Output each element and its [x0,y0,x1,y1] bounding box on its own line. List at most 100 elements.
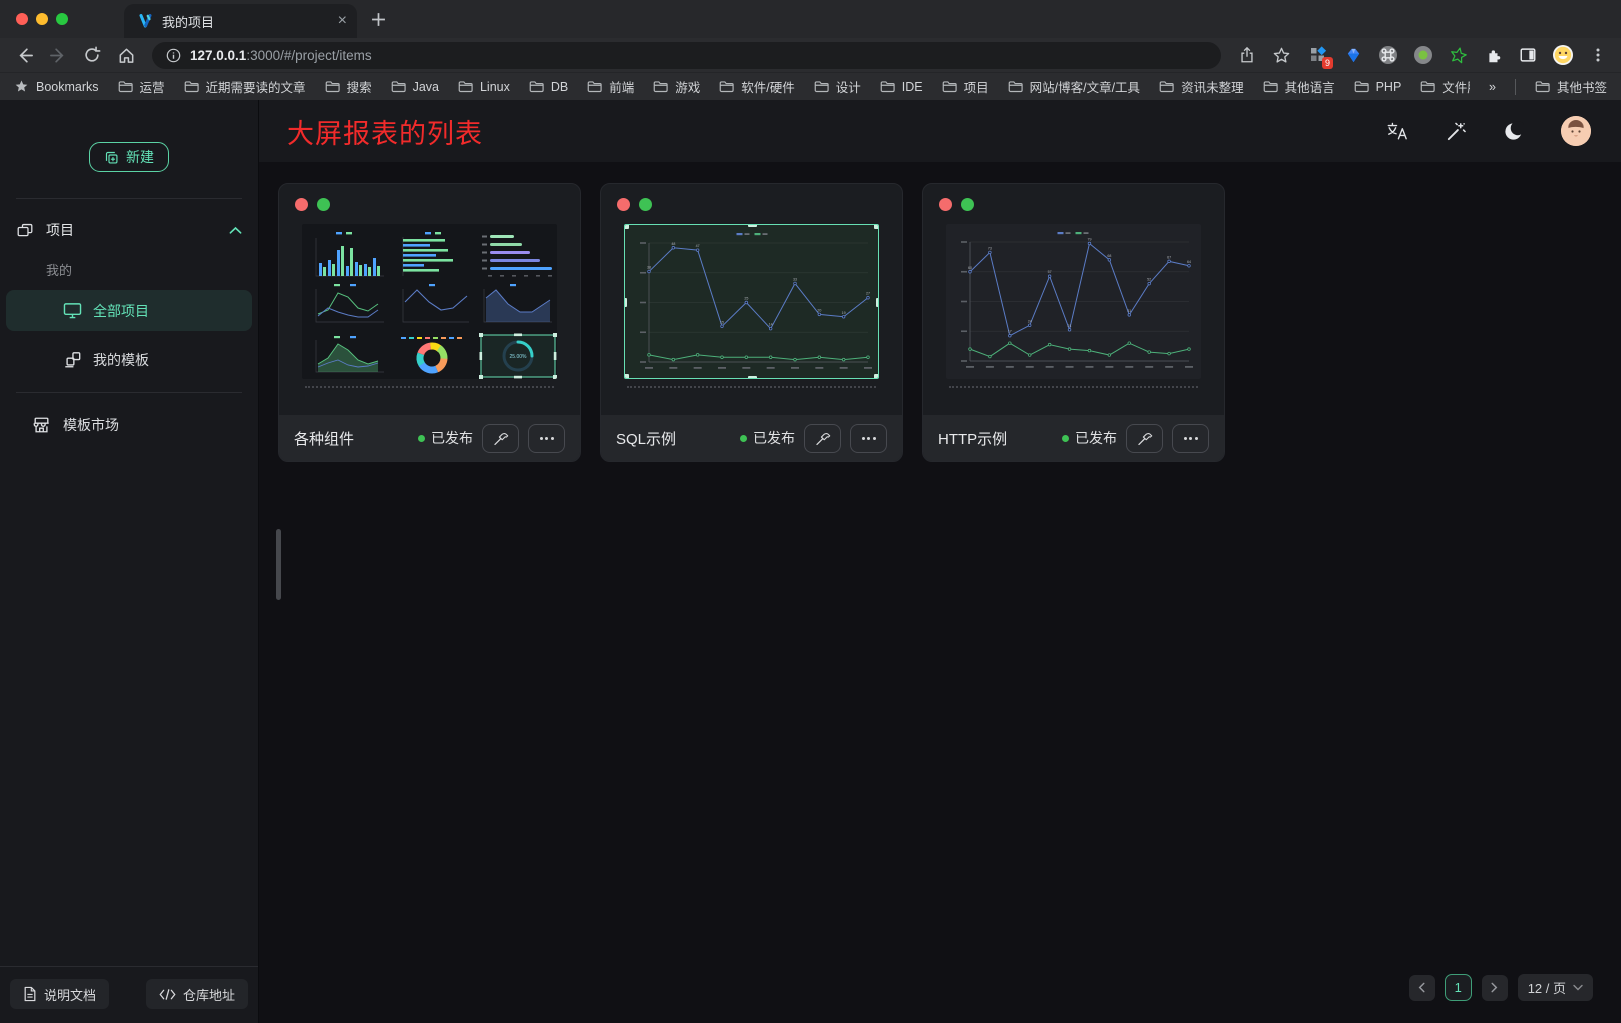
green-dot [961,198,974,211]
bookmark-folder[interactable]: 游戏 [653,77,700,96]
tab-close-icon[interactable]: × [338,13,347,29]
back-button[interactable] [12,43,36,67]
repo-button[interactable]: 仓库地址 [146,979,248,1009]
prev-page-button[interactable] [1409,975,1435,1001]
extension-record-icon[interactable] [1412,44,1434,66]
bookmark-folder-label: Java [413,80,439,94]
gauge-value: 25.00% [510,354,528,360]
magic-wand-icon[interactable] [1445,121,1466,142]
bookmark-folder[interactable]: 资讯未整理 [1159,77,1244,96]
project-card[interactable]: 25.00% 各种组件 已发布 [278,183,581,462]
extension-star-icon[interactable] [1447,44,1469,66]
close-window-button[interactable] [16,13,28,25]
sidebar: 新建 项目 我的 全部项目 [0,100,259,1023]
bookmark-folder-label: DB [551,80,568,94]
project-card[interactable]: 607317245721796831526764 HTTP示例 已发布 [922,183,1225,462]
bookmark-folder[interactable]: Java [391,80,439,94]
profile-avatar[interactable] [1552,44,1574,66]
sidebar-item-my-templates[interactable]: 我的模板 [6,339,252,380]
share-icon[interactable] [1235,43,1259,67]
card-window-dots [279,184,580,211]
bookmark-folder[interactable]: 软件/硬件 [719,77,794,96]
scrollbar-thumb[interactable] [276,529,281,600]
new-tab-button[interactable] [371,12,386,27]
sidebar-item-template-market[interactable]: 模板市场 [0,403,258,447]
bookmark-folder[interactable]: Linux [458,80,510,94]
page-info-icon[interactable] [166,48,181,63]
browser-menu-icon[interactable] [1587,44,1609,66]
bookmark-folder-label: 软件/硬件 [741,77,794,96]
svg-text:27: 27 [866,292,870,296]
user-avatar[interactable] [1561,116,1591,146]
extensions-puzzle-icon[interactable] [1482,44,1504,66]
status-dot [418,435,425,442]
bookmarks-overflow-chevron[interactable]: » [1489,80,1496,94]
page-size-value: 12 / 页 [1528,978,1566,997]
page-size-select[interactable]: 12 / 页 [1518,974,1593,1001]
extension-gem-icon[interactable] [1342,44,1364,66]
docs-button[interactable]: 说明文档 [10,979,109,1009]
bookmark-folder-label: 设计 [836,77,861,96]
folder-icon [325,80,340,93]
bookmark-folder[interactable]: 其他语言 [1263,77,1335,96]
dark-mode-moon-icon[interactable] [1503,121,1524,142]
bookmark-folder[interactable]: DB [529,80,568,94]
forward-button[interactable] [46,43,70,67]
url-text: 127.0.0.1:3000/#/project/items [190,48,372,63]
bookmark-folder[interactable]: PHP [1354,80,1402,94]
selection-handle [624,224,629,229]
chevron-down-icon [1573,984,1583,991]
edit-project-button[interactable] [482,424,519,453]
page-number-button[interactable]: 1 [1445,974,1472,1001]
chevron-up-icon[interactable] [229,226,242,235]
browser-tab[interactable]: 我的项目 × [124,4,357,38]
maximize-window-button[interactable] [56,13,68,25]
folder-icon [587,80,602,93]
more-actions-button[interactable] [528,424,565,453]
dotted-divider [305,386,554,388]
minimize-window-button[interactable] [36,13,48,25]
side-panel-icon[interactable] [1517,44,1539,66]
extension-grid-icon[interactable]: 9 [1307,44,1329,66]
address-bar[interactable]: 127.0.0.1:3000/#/project/items [152,42,1221,69]
edit-project-button[interactable] [1126,424,1163,453]
bookmark-folder-label: PHP [1376,80,1402,94]
more-actions-button[interactable] [850,424,887,453]
bookmark-folder[interactable]: 设计 [814,77,861,96]
sidebar-item-all-projects[interactable]: 全部项目 [6,290,252,331]
folder-icon [1263,80,1278,93]
svg-text:73: 73 [988,246,992,250]
new-project-button[interactable]: 新建 [89,142,169,172]
other-bookmarks[interactable]: 其他书签 [1535,77,1607,96]
translate-icon[interactable] [1386,121,1408,141]
reload-button[interactable] [80,43,104,67]
card-window-dots [601,184,902,211]
extension-command-icon[interactable] [1377,44,1399,66]
bookmark-folder[interactable]: 前端 [587,77,634,96]
bookmark-folder[interactable]: 搜索 [325,77,372,96]
bookmarks-root[interactable]: Bookmarks [14,79,99,94]
card-window-dots [923,184,1224,211]
edit-project-button[interactable] [804,424,841,453]
more-actions-button[interactable] [1172,424,1209,453]
svg-text:19: 19 [842,311,846,315]
window-controls [0,13,82,25]
bookmark-star-icon[interactable] [1269,43,1293,67]
bookmark-folder[interactable]: IDE [880,80,923,94]
bookmark-folder[interactable]: 运营 [118,77,165,96]
next-page-button[interactable] [1482,975,1508,1001]
red-dot [617,198,630,211]
home-button[interactable] [114,43,138,67]
bookmark-folder[interactable]: 文件服务器 [1420,77,1470,96]
bookmark-folder[interactable]: 近期需要读的文章 [184,77,306,96]
folder-icon [184,80,199,93]
folder-icon [458,80,473,93]
bookmark-folder[interactable]: 项目 [942,77,989,96]
bookmark-folder[interactable]: 网站/博客/文章/工具 [1008,77,1140,96]
bookmark-folder-label: 项目 [964,77,989,96]
bookmark-folder-label: IDE [902,80,923,94]
project-card[interactable]: 38484715251433201927 SQL示例 [600,183,903,462]
extensions-row: 9 [1303,44,1609,66]
sidebar-group-projects[interactable]: 项目 [0,208,258,252]
card-footer: 各种组件 已发布 [279,415,580,461]
